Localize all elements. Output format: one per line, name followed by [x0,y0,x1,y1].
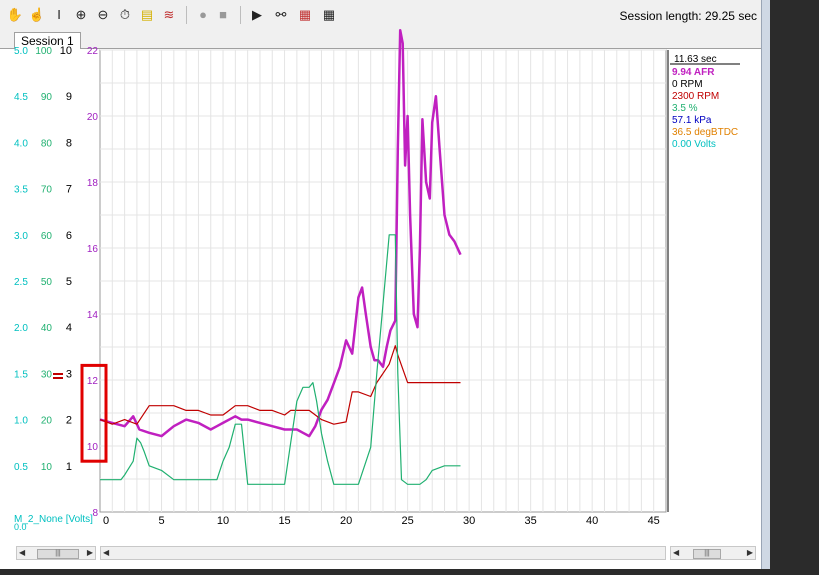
y-tick-label-black: 6 [66,230,72,242]
chart[interactable]: 0 5 10 15 20 25 30 35 40 450.51.01.52.02.53.03.54… [0,0,761,569]
axis-marker [53,377,63,379]
legend-item: 2300 RPM [672,91,719,102]
legend-time: 11.63 sec [674,54,717,65]
axis-marker [53,373,63,375]
x-tick-label: 20 [340,515,352,527]
y-tick-label-black: 4 [66,322,72,334]
scroll-thumb[interactable]: ||| [693,549,721,559]
y-tick-label-volts: 0.5 [14,462,28,473]
y-tick-label-volts: 1.5 [14,369,28,380]
legend-item: 3.5 % [672,103,698,114]
main-scrollbar[interactable]: ◀ [100,546,666,560]
scroll-thumb[interactable]: ||| [37,549,79,559]
x-tick-label: 30 [463,515,475,527]
x-tick-label: 0 [103,515,109,527]
legend-item: 36.5 degBTDC [672,127,738,138]
y-tick-label-volts: 2.5 [14,277,28,288]
y-tick-label-percent: 80 [41,138,53,149]
y-tick-label-black: 2 [66,415,72,427]
legend-item: 9.94 AFR [672,67,715,78]
y-tick-label-black: 10 [60,45,72,57]
y-tick-label-volts: 4.5 [14,92,28,103]
y-tick-label-percent: 20 [41,416,53,427]
y-tick-label-black: 1 [66,461,72,473]
scroll-right-icon[interactable]: ▶ [87,547,93,559]
y-tick-label-percent: 10 [41,462,53,473]
y-tick-label-afr: 22 [87,46,99,57]
legend-item: 0 RPM [672,79,703,90]
scroll-left-icon[interactable]: ◀ [19,547,25,559]
y-tick-label-volts: 1.0 [14,416,28,427]
y-tick-label-black: 3 [66,368,72,380]
y-tick-label-percent: 50 [41,277,53,288]
app-window: ✋ ☝ I ⊕ ⊖ ⏱ ▤ ≋ ● ■ ▶ ⚯ ▦ ▦ Session leng… [0,0,819,575]
legend-scrollbar[interactable]: ◀ ||| ▶ [670,546,756,560]
legend-item: 0.00 Volts [672,139,716,150]
y-tick-label-afr: 8 [92,508,98,519]
y-tick-label-afr: 18 [87,178,99,189]
y-tick-label-percent: 70 [41,185,53,196]
scroll-right-icon[interactable]: ▶ [747,547,753,559]
y-tick-label-afr: 12 [87,376,99,387]
scroll-left-icon[interactable]: ◀ [103,547,109,559]
y-tick-label-volts: 5.0 [14,46,28,57]
y-tick-label-percent: 30 [41,369,53,380]
y-tick-label-volts: 2.0 [14,323,28,334]
y-tick-label-black: 9 [66,91,72,103]
y-tick-label-percent: 40 [41,323,53,334]
y-tick-label-black: 5 [66,276,72,288]
scroll-left-icon[interactable]: ◀ [673,547,679,559]
legend-item: 57.1 kPa [672,115,712,126]
background-edge [770,0,819,575]
y-tick-label-afr: 10 [87,442,99,453]
y-tick-label-volts: 3.5 [14,185,28,196]
y-tick-label-afr: 16 [87,244,99,255]
x-tick-label: 35 [525,515,537,527]
left-scrollbar[interactable]: ◀ ||| ▶ [16,546,96,560]
y-tick-label-black: 8 [66,137,72,149]
y-tick-label-volts: 4.0 [14,138,28,149]
y-tick-label-percent: 100 [35,46,52,57]
y-tick-label-percent: 90 [41,92,53,103]
x-tick-label: 10 [217,515,229,527]
y-tick-label-percent: 60 [41,231,53,242]
y-tick-label-black: 7 [66,184,72,196]
x-tick-label: 5 [158,515,164,527]
x-tick-label: 15 [278,515,290,527]
y-tick-label-volts: 3.0 [14,231,28,242]
x-tick-label: 45 [648,515,660,527]
background-edge [0,569,819,575]
bottom-axis-zero: 0.0 [14,522,27,532]
x-tick-label: 25 [401,515,413,527]
x-tick-label: 40 [586,515,598,527]
y-tick-label-afr: 20 [87,112,99,123]
y-tick-label-afr: 14 [87,310,99,321]
